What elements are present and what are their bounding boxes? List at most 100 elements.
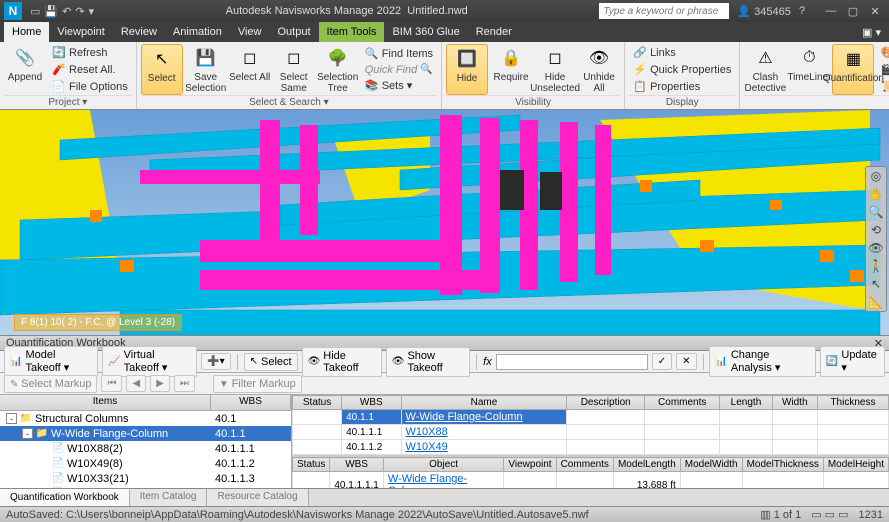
update-button[interactable]: 🔄 Update ▾ <box>820 346 885 377</box>
filter-markup-button[interactable]: ▼ Filter Markup <box>213 375 302 393</box>
tab-quant-workbook[interactable]: Quantification Workbook <box>0 489 130 506</box>
tab-output[interactable]: Output <box>270 22 319 42</box>
app-logo[interactable]: N <box>4 2 22 20</box>
nav-next-icon[interactable]: ▶ <box>150 375 170 392</box>
wheel-icon[interactable]: ◎ <box>867 169 885 183</box>
nav-last-icon[interactable]: ⏭ <box>174 375 195 392</box>
qat-save-icon[interactable]: 💾 <box>44 5 58 18</box>
nav-first-icon[interactable]: ⏮ <box>101 375 122 392</box>
ribbon-collapse-icon[interactable]: ▣ ▾ <box>854 22 889 42</box>
measure-icon[interactable]: 📐 <box>867 295 885 309</box>
grid-row[interactable]: 40.1.1.1W10X88 <box>293 425 889 440</box>
tree-row[interactable]: 📄W10X33(21)40.1.1.3 <box>0 471 291 486</box>
reset-all-button[interactable]: 🧨Reset All. <box>48 62 132 78</box>
append-button[interactable]: 📎Append <box>4 44 46 95</box>
select-markup-button[interactable]: ✎ Select Markup <box>4 375 97 393</box>
column-header[interactable]: Comments <box>556 458 613 472</box>
add-button[interactable]: ➕▾ <box>201 353 230 370</box>
tree-row[interactable]: -📁Structural Columns40.1 <box>0 411 291 426</box>
tree-row[interactable]: -📁W-Wide Flange-Column40.1.1 <box>0 426 291 441</box>
selection-tree-button[interactable]: 🌳Selection Tree <box>317 44 359 95</box>
hide-takeoff-button[interactable]: 👁 Hide Takeoff <box>302 347 382 377</box>
column-header[interactable]: Status <box>293 458 330 472</box>
unhide-all-button[interactable]: 👁Unhide All <box>578 44 620 95</box>
grid-row[interactable]: 40.1.1.2W10X49 <box>293 440 889 455</box>
nav-prev-icon[interactable]: ◀ <box>126 375 146 392</box>
links-button[interactable]: 🔗Links <box>629 45 735 61</box>
select-button[interactable]: ↖Select <box>141 44 183 95</box>
fx-accept-icon[interactable]: ✓ <box>652 353 672 370</box>
show-takeoff-button[interactable]: 👁 Show Takeoff <box>386 347 471 377</box>
column-header[interactable]: Thickness <box>817 396 888 410</box>
formula-input[interactable] <box>496 354 648 370</box>
column-header[interactable]: Status <box>293 396 342 410</box>
pan-icon[interactable]: ✋ <box>867 187 885 201</box>
minimize-icon[interactable]: — <box>821 5 841 18</box>
select-all-button[interactable]: ◻Select All <box>229 44 271 95</box>
tab-review[interactable]: Review <box>113 22 165 42</box>
column-header[interactable]: Width <box>772 396 817 410</box>
tab-item-tools[interactable]: Item Tools <box>319 22 385 42</box>
require-button[interactable]: 🔒Require <box>490 44 532 95</box>
find-items-button[interactable]: 🔍Find Items <box>361 46 437 62</box>
quick-find-input[interactable]: Quick Find 🔍 <box>361 63 437 77</box>
column-header[interactable]: Length <box>720 396 772 410</box>
column-header[interactable]: ModelLength <box>613 458 680 472</box>
tree-row[interactable]: 📄W10X88(2)40.1.1.1 <box>0 441 291 456</box>
walk-icon[interactable]: 🚶 <box>867 259 885 273</box>
column-header[interactable]: Name <box>401 396 567 410</box>
grid-row[interactable]: 40.1.1.1.1W-Wide Flange-Column13.688 ft <box>293 472 889 489</box>
items-grid[interactable]: StatusWBSNameDescriptionCommentsLengthWi… <box>292 395 889 455</box>
virtual-takeoff-button[interactable]: 📈 Virtual Takeoff ▾ <box>102 346 197 377</box>
hide-unselected-button[interactable]: ◻Hide Unselected <box>534 44 576 95</box>
zoom-icon[interactable]: 🔍 <box>867 205 885 219</box>
qat-undo-icon[interactable]: ↶ <box>62 5 71 18</box>
tree-header-wbs[interactable]: WBS <box>211 395 291 410</box>
column-header[interactable]: Comments <box>645 396 720 410</box>
hide-button[interactable]: 🔲Hide <box>446 44 488 95</box>
maximize-icon[interactable]: ▢ <box>843 5 863 18</box>
tab-item-catalog[interactable]: Item Catalog <box>130 489 208 506</box>
tab-viewpoint[interactable]: Viewpoint <box>49 22 113 42</box>
select-btn[interactable]: ↖ Select <box>244 353 298 371</box>
help-icon[interactable]: ? <box>799 5 805 17</box>
column-header[interactable]: ModelWidth <box>680 458 742 472</box>
qat-redo-icon[interactable]: ↷ <box>75 5 84 18</box>
fx-cancel-icon[interactable]: ✕ <box>676 353 696 370</box>
tree-row[interactable]: 📄W10X45(2)40.1.1.4 <box>0 486 291 488</box>
save-selection-button[interactable]: 💾Save Selection <box>185 44 227 95</box>
scripter-button[interactable]: 📜Scripter <box>876 79 889 95</box>
file-options-button[interactable]: 📄File Options <box>48 79 132 95</box>
group-select-search[interactable]: Select & Search ▾ <box>141 95 437 109</box>
qat-open-icon[interactable]: ▭ <box>30 5 40 18</box>
column-header[interactable]: ModelHeight <box>823 458 888 472</box>
group-project[interactable]: Project ▾ <box>4 95 132 109</box>
properties-button[interactable]: 📋Properties <box>629 79 735 95</box>
orbit-icon[interactable]: ⟲ <box>867 223 885 237</box>
objects-grid[interactable]: StatusWBSObjectViewpointCommentsModelLen… <box>292 457 889 488</box>
clash-detective-button[interactable]: ⚠Clash Detective <box>744 44 786 95</box>
quantification-button[interactable]: ▦Quantification <box>832 44 874 95</box>
tab-home[interactable]: Home <box>4 22 49 42</box>
select-tool-icon[interactable]: ↖ <box>867 277 885 291</box>
change-analysis-button[interactable]: 📊 Change Analysis ▾ <box>709 346 816 377</box>
column-header[interactable]: WBS <box>330 458 383 472</box>
tree-header-items[interactable]: Items <box>0 395 211 410</box>
tab-animation[interactable]: Animation <box>165 22 230 42</box>
select-same-button[interactable]: ◻Select Same <box>273 44 315 95</box>
model-takeoff-button[interactable]: 📊 Model Takeoff ▾ <box>4 346 98 377</box>
tab-view[interactable]: View <box>230 22 270 42</box>
close-icon[interactable]: ✕ <box>865 5 885 18</box>
tab-render[interactable]: Render <box>468 22 520 42</box>
sets-button[interactable]: 📚Sets ▾ <box>361 78 437 94</box>
tree-row[interactable]: 📄W10X49(8)40.1.1.2 <box>0 456 291 471</box>
refresh-button[interactable]: 🔄Refresh <box>48 45 132 61</box>
tab-bim360[interactable]: BIM 360 Glue <box>384 22 467 42</box>
grid-row[interactable]: 40.1.1W-Wide Flange-Column <box>293 410 889 425</box>
search-input[interactable] <box>599 3 729 19</box>
column-header[interactable]: WBS <box>342 396 401 410</box>
tab-resource-catalog[interactable]: Resource Catalog <box>207 489 308 506</box>
signin-icon[interactable]: 👤 345465 <box>737 5 790 18</box>
timeliner-button[interactable]: ⏱TimeLiner <box>788 44 830 95</box>
autodesk-rendering-button[interactable]: 🎨Autodesk Rendering <box>876 45 889 61</box>
